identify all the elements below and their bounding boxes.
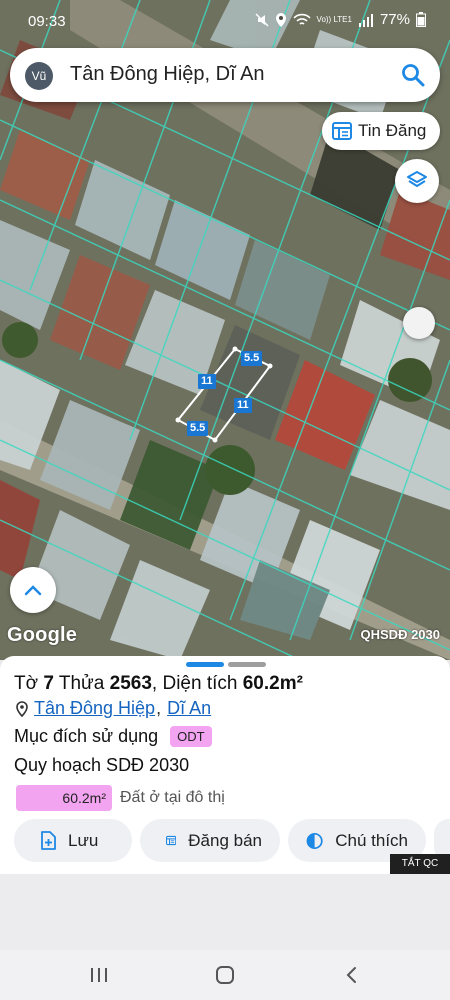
back-icon: [346, 967, 356, 983]
battery-percent: 77%: [379, 11, 410, 28]
status-time: 09:33: [28, 13, 66, 30]
parcel-title: Tờ 7 Thửa 2563, Diện tích 60.2m²: [14, 673, 303, 694]
home-button[interactable]: [210, 960, 240, 990]
search-icon[interactable]: [400, 62, 426, 88]
thua-number: 2563: [109, 673, 152, 694]
search-bar[interactable]: Vũ Tân Đông Hiệp, Dĩ An: [10, 48, 440, 102]
action-bar: Lưu Đăng bán Chú thích: [14, 819, 450, 862]
purpose-row: Mục đích sử dụng ODT: [14, 726, 212, 747]
tin-dang-button[interactable]: Tin Đăng: [322, 112, 440, 150]
purpose-label: Mục đích sử dụng: [14, 726, 159, 746]
thua-label: Thửa: [58, 673, 105, 694]
add-file-icon: [41, 831, 56, 850]
layers-button[interactable]: [395, 159, 439, 203]
area-label: Diện tích: [162, 673, 238, 694]
expand-up-button[interactable]: [10, 567, 56, 613]
recent-apps-icon: [91, 968, 107, 982]
dimension-label-right: 11: [234, 398, 252, 413]
contrast-icon: [306, 832, 323, 849]
back-button[interactable]: [336, 960, 366, 990]
to-number: 7: [43, 673, 54, 694]
plan-area-value: 60.2m²: [62, 790, 106, 806]
save-label: Lưu: [68, 830, 99, 850]
plan-area-bar: 60.2m²: [16, 785, 112, 811]
map-drag-handle[interactable]: [403, 307, 435, 339]
home-icon: [216, 966, 234, 984]
recent-apps-button[interactable]: [84, 960, 114, 990]
system-nav-bar: [0, 950, 450, 1000]
post-for-sale-label: Đăng bán: [188, 830, 262, 850]
search-query[interactable]: Tân Đông Hiệp, Dĩ An: [70, 63, 265, 86]
plan-row: 60.2m² Đất ở tại đô thị: [16, 785, 225, 811]
parcel-info-sheet[interactable]: Tờ 7 Thửa 2563, Diện tích 60.2m² Tân Đôn…: [0, 656, 450, 874]
google-logo: Google: [7, 624, 78, 646]
legend-label: Chú thích: [335, 830, 408, 850]
location-row: Tân Đông Hiệp, Dĩ An: [16, 698, 211, 719]
page-indicator-1[interactable]: [186, 662, 224, 667]
network-type: Vo)) LTE1: [316, 14, 352, 24]
map-layer-label: QHSDĐ 2030: [360, 627, 440, 642]
news-list-icon: [332, 122, 352, 140]
plan-use-label: Đất ở tại đô thị: [120, 789, 225, 806]
save-button[interactable]: Lưu: [14, 819, 132, 862]
sheet-page-indicator[interactable]: [186, 662, 266, 667]
location-pin-icon: [16, 700, 28, 717]
satellite-map[interactable]: 5.5 11 11 5.5 09:33 Vo)) LTE1 77% Vũ Tân…: [0, 0, 450, 660]
status-icons: Vo)) LTE1 77%: [255, 11, 426, 28]
post-for-sale-button[interactable]: Đăng bán: [140, 819, 280, 862]
mute-icon: [255, 12, 269, 27]
ad-area: [0, 874, 450, 950]
avatar[interactable]: Vũ: [25, 62, 53, 90]
tin-dang-label: Tin Đăng: [358, 121, 427, 140]
dimension-label-top: 5.5: [241, 351, 263, 366]
city-link[interactable]: Dĩ An: [167, 698, 211, 719]
battery-icon: [416, 12, 426, 27]
listing-icon: [166, 835, 177, 846]
dimension-label-left: 11: [198, 374, 216, 389]
close-ad-button[interactable]: TẮT QC: [390, 854, 450, 874]
area-value: 60.2m²: [242, 673, 303, 694]
location-icon: [275, 12, 286, 27]
wifi-icon: [292, 13, 311, 25]
dimension-label-bottom: 5.5: [187, 421, 209, 436]
signal-icon: [358, 13, 373, 27]
status-bar: 09:33 Vo)) LTE1 77%: [0, 0, 450, 42]
plan-title: Quy hoạch SDĐ 2030: [14, 755, 190, 775]
ward-link[interactable]: Tân Đông Hiệp: [34, 698, 155, 719]
chevron-up-icon: [24, 585, 42, 596]
page-indicator-2[interactable]: [228, 662, 266, 667]
purpose-code-badge: ODT: [170, 726, 212, 747]
layers-icon: [407, 171, 427, 187]
to-label: Tờ: [14, 673, 39, 694]
